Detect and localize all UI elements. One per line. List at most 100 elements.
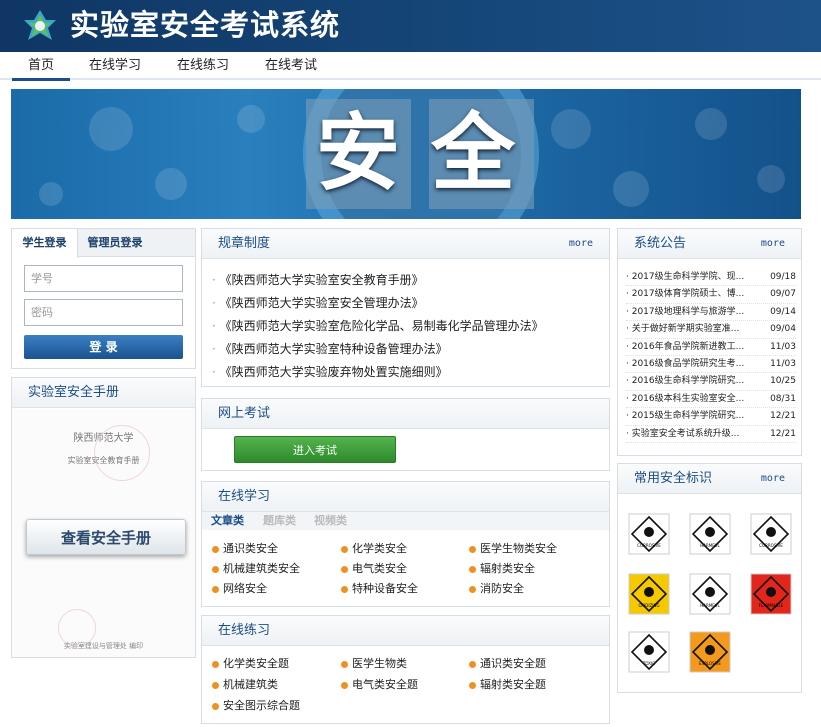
practice-item[interactable]: 辐射类安全题 [469, 676, 546, 692]
oxidizing-sign-icon[interactable]: OXIDIZING [628, 573, 670, 615]
learning-item[interactable]: 消防安全 [469, 580, 524, 596]
tab-videos[interactable]: 视频类 [314, 512, 347, 530]
irritant-sign-icon[interactable]: HARMFUL [689, 573, 731, 615]
practice-item[interactable]: 通识类安全题 [469, 655, 546, 671]
rule-item-label: 《陕西师范大学实验废弃物处置实施细则》 [219, 365, 448, 379]
notice-item[interactable]: · 2016级食品学院研究生考... 11/03 [626, 355, 796, 374]
cover-footer: 实验室建设与管理处 编印 [63, 642, 144, 650]
practice-item[interactable]: 电气类安全题 [341, 676, 418, 692]
notice-date: 09/07 [768, 286, 796, 303]
bullet-icon [341, 660, 348, 668]
notice-item[interactable]: · 2016级生命科学学院研究... 10/25 [626, 373, 796, 391]
bullet-icon [212, 660, 219, 668]
nav-online-learning[interactable]: 在线学习 [80, 52, 150, 80]
notice-item[interactable]: · 2017级地理科学与旅游学... 09/14 [626, 303, 796, 322]
bullet-icon [341, 565, 348, 573]
tab-student-login[interactable]: 学生登录 [12, 229, 78, 258]
rule-item-label: 《陕西师范大学实验室安全教育手册》 [219, 273, 424, 287]
bullet-icon: · [212, 365, 220, 379]
learning-panel: 在线学习 文章类 题库类 视频类 通识类安全 化学类安全 医学生物类安全 机械建筑类安… [201, 481, 610, 607]
rule-item-label: 《陕西师范大学实验室特种设备管理办法》 [219, 342, 448, 356]
bullet-icon [212, 681, 219, 689]
tab-articles[interactable]: 文章类 [211, 512, 244, 530]
corrosive-sign-icon[interactable]: CORROSIVE [628, 513, 670, 555]
notice-date: 11/03 [768, 355, 796, 373]
practice-title: 在线练习 [202, 616, 609, 646]
notice-item[interactable]: · 2016级本科生实验室安全... 08/31 [626, 390, 796, 409]
harmful-sign-icon[interactable]: HARMFUL [689, 513, 731, 555]
learning-item[interactable]: 辐射类安全 [469, 560, 535, 576]
learning-item-label: 通识类安全 [223, 542, 278, 555]
bullet-icon [341, 545, 348, 553]
sign-label: HARMFUL [700, 543, 720, 548]
nav-online-exam[interactable]: 在线考试 [256, 52, 326, 80]
sign-label: TOXIC [642, 661, 656, 666]
practice-item[interactable]: 机械建筑类 [212, 676, 278, 692]
corrosive-sign-icon[interactable]: CORROSIVE [750, 513, 792, 555]
tab-admin-login[interactable]: 管理员登录 [80, 229, 150, 257]
rule-item-label: 《陕西师范大学实验室安全管理办法》 [219, 296, 424, 310]
explosive-sign-icon[interactable]: EXPLOSIVE [689, 631, 731, 673]
notice-item[interactable]: · 2016年食品学院新进教工... 11/03 [626, 338, 796, 356]
login-button[interactable]: 登 录 [24, 335, 183, 359]
login-panel: 学生登录 管理员登录 学号 密码 登 录 [11, 228, 196, 369]
bullet-icon [469, 585, 476, 593]
notices-title: 系统公告 [634, 236, 687, 251]
signs-more-link[interactable]: more [761, 464, 785, 494]
notice-title: 2017级地理科学与旅游学... [631, 306, 745, 317]
notices-header: 系统公告 more [618, 229, 801, 259]
practice-item[interactable]: 医学生物类 [341, 655, 407, 671]
bullet-icon [212, 702, 219, 710]
rule-item-label: 《陕西师范大学实验室危险化学品、易制毒化学品管理办法》 [219, 319, 544, 333]
nav-home[interactable]: 首页 [12, 52, 70, 81]
bullet-icon: · [212, 319, 220, 333]
practice-item[interactable]: 安全图示综合题 [212, 697, 300, 713]
view-handbook-button[interactable]: 查看安全手册 [26, 519, 186, 555]
safety-banner: 安 全 [11, 89, 801, 219]
rules-more-link[interactable]: more [569, 229, 593, 259]
flammable-sign-icon[interactable]: FLAMMABLE [750, 573, 792, 615]
nav-online-practice[interactable]: 在线练习 [168, 52, 238, 80]
rule-item[interactable]: · 《陕西师范大学实验废弃物处置实施细则》 [212, 361, 602, 384]
learning-item[interactable]: 化学类安全 [341, 540, 407, 556]
notice-item[interactable]: · 2017级生命科学学院、现... 09/18 [626, 269, 796, 287]
notice-title: 2016级本科生实验室安全... [631, 393, 745, 404]
learning-item[interactable]: 特种设备安全 [341, 580, 418, 596]
learning-item[interactable]: 电气类安全 [341, 560, 407, 576]
learning-item[interactable]: 通识类安全 [212, 540, 278, 556]
notices-more-link[interactable]: more [761, 229, 785, 259]
password-input[interactable]: 密码 [24, 299, 183, 326]
notice-title: 关于做好新学期实验室准... [631, 324, 740, 335]
notice-title: 2016年食品学院新进教工... [631, 341, 745, 352]
notice-title: 实验室安全考试系统升级... [631, 428, 740, 439]
bullet-icon [341, 585, 348, 593]
notices-panel: 系统公告 more · 2017级生命科学学院、现... 09/18 · 2017级… [617, 228, 802, 456]
notice-item[interactable]: · 实验室安全考试系统升级... 12/21 [626, 425, 796, 443]
learning-item[interactable]: 医学生物类安全 [469, 540, 557, 556]
practice-panel: 在线练习 化学类安全题 医学生物类 通识类安全题机械建筑类 电气类安全题 辐射类安全题安… [201, 615, 610, 724]
notice-date: 12/21 [768, 425, 796, 442]
student-id-input[interactable]: 学号 [24, 265, 183, 292]
learning-item-label: 医学生物类安全 [480, 542, 557, 555]
notice-item[interactable]: · 2015级生命科学学院研究... 12/21 [626, 408, 796, 426]
learning-item[interactable]: 机械建筑类安全 [212, 560, 300, 576]
app-title: 实验室安全考试系统 [70, 8, 341, 42]
banner-artwork [39, 89, 785, 219]
learning-item[interactable]: 网络安全 [212, 580, 267, 596]
rule-item[interactable]: · 《陕西师范大学实验室危险化学品、易制毒化学品管理办法》 [212, 315, 602, 338]
notice-date: 09/04 [768, 321, 796, 338]
notice-item[interactable]: · 2017级体育学院硕士、博... 09/07 [626, 286, 796, 304]
rule-item[interactable]: · 《陕西师范大学实验室特种设备管理办法》 [212, 338, 602, 361]
tab-question-bank[interactable]: 题库类 [263, 512, 296, 530]
signs-title: 常用安全标识 [634, 471, 713, 486]
toxic-sign-icon[interactable]: TOXIC [628, 631, 670, 673]
notice-item[interactable]: · 关于做好新学期实验室准... 09/04 [626, 321, 796, 339]
rule-item[interactable]: · 《陕西师范大学实验室安全管理办法》 [212, 292, 602, 315]
practice-item[interactable]: 化学类安全题 [212, 655, 289, 671]
learning-item-label: 辐射类安全 [480, 562, 535, 575]
notices-list: · 2017级生命科学学院、现... 09/18 · 2017级体育学院硕士、博..… [626, 269, 796, 443]
learning-item-label: 化学类安全 [352, 542, 407, 555]
learning-item-label: 机械建筑类安全 [223, 562, 300, 575]
rule-item[interactable]: · 《陕西师范大学实验室安全教育手册》 [212, 269, 602, 292]
enter-exam-button[interactable]: 进入考试 [234, 436, 396, 463]
